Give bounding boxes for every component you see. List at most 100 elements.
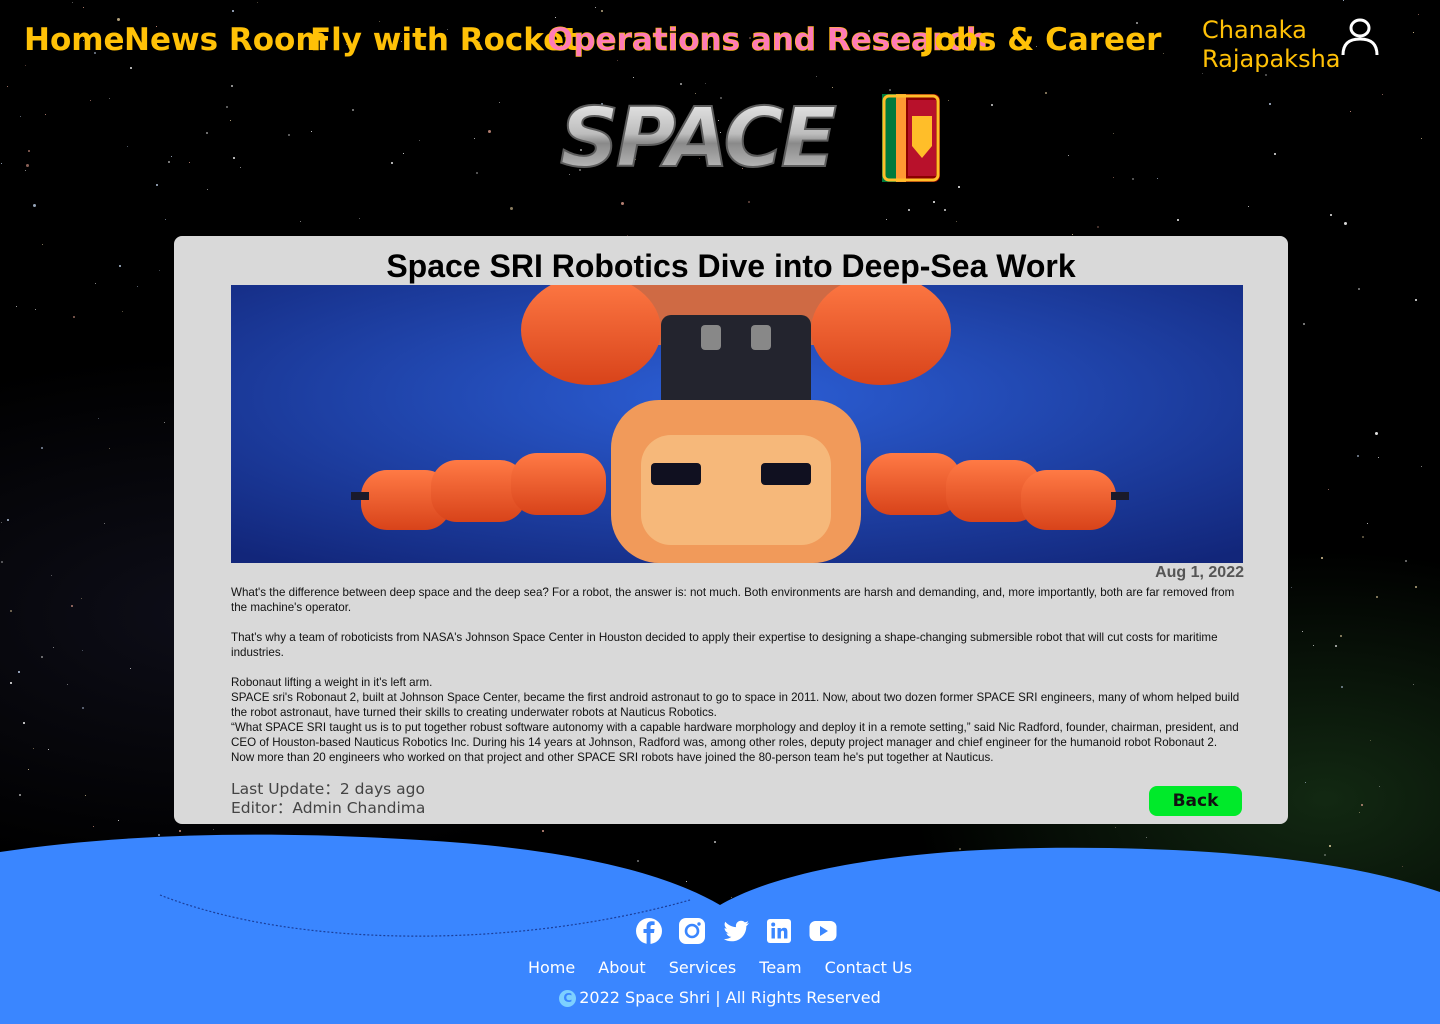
star bbox=[991, 104, 993, 106]
star bbox=[28, 769, 29, 770]
youtube-icon[interactable] bbox=[808, 916, 838, 946]
facebook-icon[interactable] bbox=[634, 916, 664, 946]
top-navigation: Home News Room Fly with Rocket Operation… bbox=[0, 0, 1440, 84]
star bbox=[109, 98, 110, 99]
sri-lanka-flag-emblem bbox=[882, 94, 940, 182]
copyright: C 2022 Space Shri | All Rights Reserved bbox=[0, 988, 1440, 1007]
star bbox=[1248, 206, 1249, 207]
star bbox=[48, 749, 49, 750]
article-meta: Last Update：2 days ago Editor：Admin Chan… bbox=[231, 780, 425, 818]
footer-link-team[interactable]: Team bbox=[759, 958, 801, 977]
image-caption: Robonaut lifting a weight in it's left a… bbox=[231, 676, 433, 689]
star bbox=[28, 150, 30, 152]
star bbox=[41, 656, 43, 658]
star bbox=[18, 671, 20, 673]
article-paragraph: That's why a team of roboticists from NA… bbox=[231, 631, 1218, 659]
footer-link-services[interactable]: Services bbox=[669, 958, 736, 977]
footer-link-contact-us[interactable]: Contact Us bbox=[825, 958, 912, 977]
star bbox=[1321, 557, 1323, 559]
star bbox=[1335, 645, 1337, 647]
instagram-icon[interactable] bbox=[677, 916, 707, 946]
star bbox=[240, 167, 241, 168]
star bbox=[53, 647, 54, 648]
star bbox=[1113, 177, 1114, 178]
star bbox=[1370, 740, 1371, 741]
star bbox=[104, 523, 105, 524]
star bbox=[1344, 222, 1347, 225]
star bbox=[82, 650, 83, 651]
star bbox=[45, 114, 46, 115]
nav-fly-with-rocket[interactable]: Fly with Rocket bbox=[310, 20, 579, 60]
star bbox=[1376, 596, 1378, 598]
star bbox=[231, 85, 233, 87]
star bbox=[42, 244, 43, 245]
star bbox=[41, 447, 43, 449]
star bbox=[93, 826, 94, 827]
star bbox=[958, 186, 960, 188]
star bbox=[1097, 226, 1099, 228]
article-title: Space SRI Robotics Dive into Deep-Sea Wo… bbox=[386, 248, 1076, 284]
star bbox=[1, 163, 2, 164]
star bbox=[300, 221, 301, 222]
article-date: Aug 1, 2022 bbox=[1155, 564, 1244, 581]
star bbox=[159, 270, 160, 271]
star bbox=[118, 820, 119, 821]
star bbox=[476, 172, 478, 174]
star bbox=[908, 209, 910, 211]
star bbox=[73, 316, 75, 318]
twitter-icon[interactable] bbox=[721, 916, 751, 946]
nav-home[interactable]: Home bbox=[24, 20, 125, 60]
star bbox=[122, 311, 123, 312]
star bbox=[1045, 92, 1047, 94]
star bbox=[1, 522, 2, 523]
user-name[interactable]: Chanaka Rajapaksha bbox=[1202, 16, 1352, 74]
star bbox=[98, 418, 99, 419]
star bbox=[1415, 586, 1417, 588]
star bbox=[1177, 219, 1179, 221]
star bbox=[233, 157, 235, 159]
space-sri-logo[interactable]: SPACE bbox=[556, 86, 948, 192]
nav-jobs-career[interactable]: Jobs & Career bbox=[923, 20, 1161, 60]
star bbox=[1274, 153, 1276, 155]
star bbox=[156, 184, 158, 186]
star bbox=[748, 201, 750, 203]
star bbox=[1382, 94, 1383, 95]
star bbox=[26, 164, 29, 167]
star bbox=[19, 794, 21, 796]
star bbox=[130, 668, 131, 669]
star bbox=[474, 138, 475, 139]
star bbox=[1302, 631, 1303, 632]
star bbox=[933, 201, 935, 203]
footer-link-home[interactable]: Home bbox=[528, 958, 575, 977]
star bbox=[499, 102, 500, 103]
star bbox=[23, 722, 25, 724]
star bbox=[391, 162, 393, 164]
star bbox=[7, 519, 9, 521]
star bbox=[1269, 103, 1271, 105]
star bbox=[10, 682, 12, 684]
editor: Editor：Admin Chandima bbox=[231, 799, 426, 817]
linkedin-icon[interactable] bbox=[764, 916, 794, 946]
user-icon[interactable] bbox=[1340, 17, 1380, 57]
nav-operations-and-research[interactable]: Operations and Research bbox=[547, 20, 988, 60]
last-update: Last Update：2 days ago bbox=[231, 780, 425, 798]
star bbox=[230, 120, 231, 121]
star bbox=[189, 162, 190, 163]
star bbox=[1330, 214, 1332, 216]
back-button[interactable]: Back bbox=[1149, 786, 1242, 816]
star bbox=[67, 684, 68, 685]
star bbox=[1367, 523, 1368, 524]
star bbox=[206, 132, 208, 134]
star bbox=[207, 189, 208, 190]
star bbox=[165, 219, 166, 220]
article-paragraph: What's the difference between deep space… bbox=[231, 586, 1235, 614]
nav-news-room[interactable]: News Room bbox=[124, 20, 328, 60]
star bbox=[71, 605, 73, 607]
article-paragraph: SPACE sri's Robonaut 2, built at Johnson… bbox=[231, 691, 1240, 719]
star bbox=[1357, 455, 1359, 457]
star bbox=[1341, 686, 1343, 688]
footer-link-about[interactable]: About bbox=[598, 958, 645, 977]
article-card: Space SRI Robotics Dive into Deep-Sea Wo… bbox=[174, 236, 1288, 824]
star bbox=[1421, 466, 1422, 467]
star bbox=[359, 218, 360, 219]
